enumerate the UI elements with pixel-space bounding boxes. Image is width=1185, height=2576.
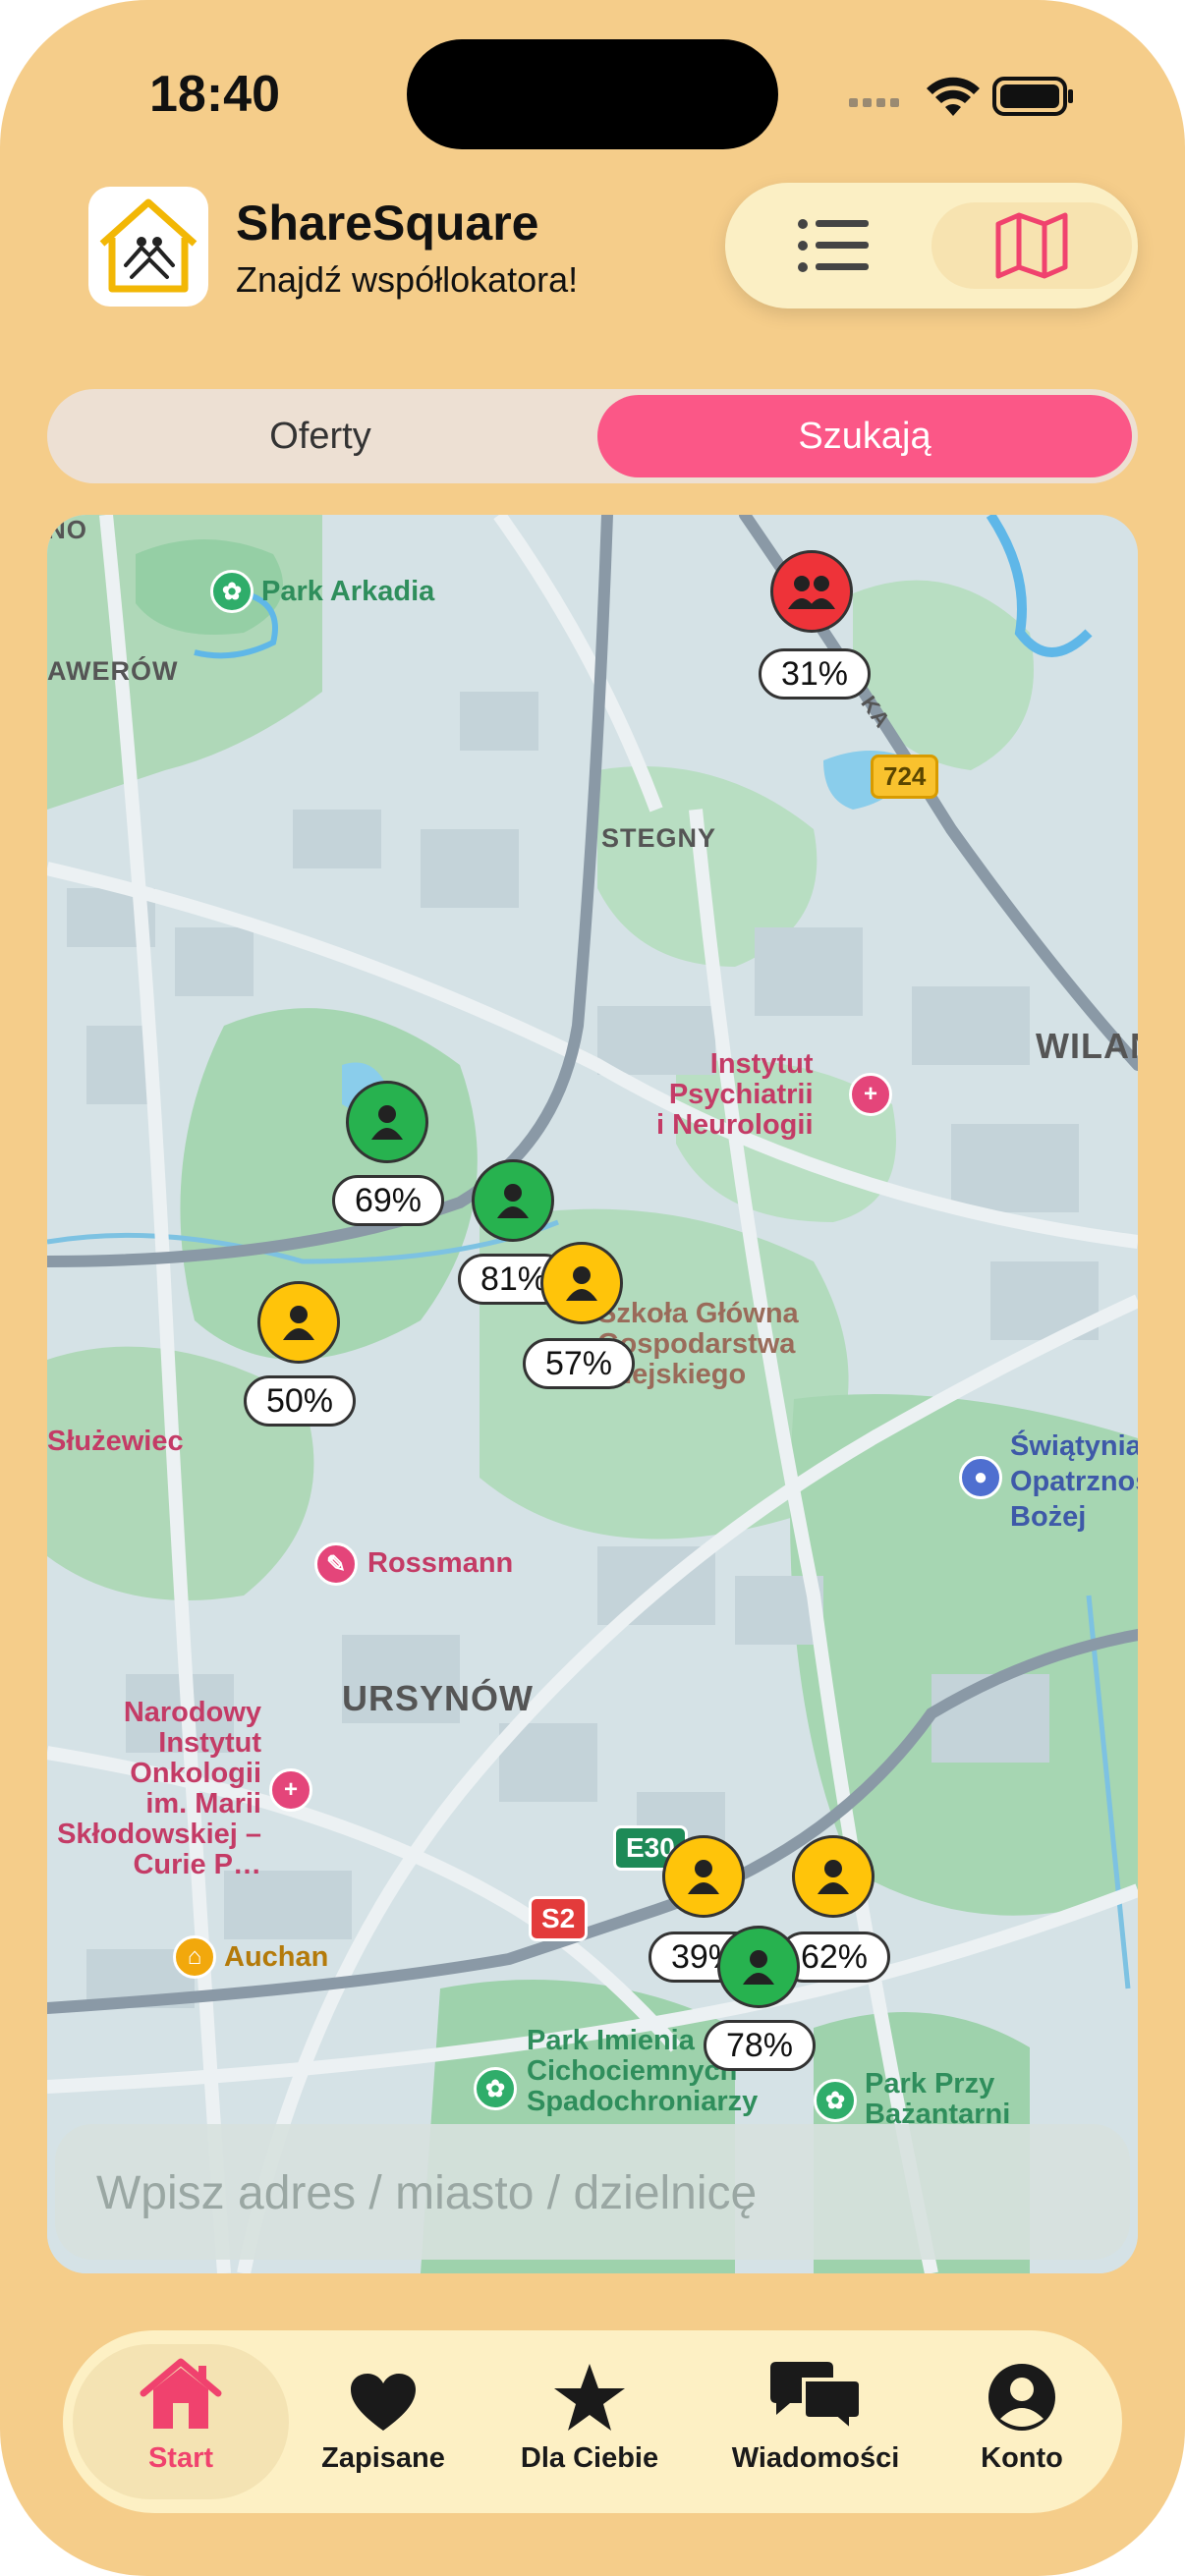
tab-wiadomosci[interactable]: Wiadomości — [698, 2344, 933, 2499]
park-icon: ✿ — [814, 2079, 857, 2122]
tab-label: Zapisane — [321, 2442, 445, 2474]
person-circle-icon — [988, 2364, 1055, 2431]
person-marker[interactable] — [540, 1242, 623, 1324]
map-view-button[interactable] — [931, 202, 1132, 289]
park-icon: ✿ — [474, 2067, 517, 2110]
map-label-ursynow: URSYNÓW — [342, 1678, 534, 1718]
tab-zapisane[interactable]: Zapisane — [285, 2344, 481, 2499]
person-marker[interactable] — [346, 1081, 428, 1163]
tab-oferty[interactable]: Oferty — [53, 395, 588, 477]
app-title: ShareSquare — [236, 196, 539, 251]
heart-icon — [351, 2374, 416, 2431]
person-icon — [497, 1184, 529, 1218]
match-percentage-badge[interactable]: 78% — [704, 2020, 816, 2071]
list-icon — [798, 219, 869, 272]
person-marker[interactable] — [662, 1835, 745, 1918]
person-icon — [566, 1266, 597, 1301]
pharmacy-icon: ✎ — [314, 1542, 358, 1586]
tab-start[interactable]: Start — [73, 2344, 289, 2499]
person-marker[interactable] — [717, 1926, 800, 2008]
map-label-auchan: Auchan — [224, 1941, 329, 1973]
tab-konto[interactable]: Konto — [933, 2344, 1110, 2499]
map-icon — [995, 212, 1068, 279]
map-label-wilanow: WILAN — [1036, 1026, 1138, 1066]
person-icon — [688, 1860, 719, 1894]
hospital-icon: + — [849, 1073, 892, 1116]
person-icon — [283, 1306, 314, 1340]
tab-label: Wiadomości — [731, 2442, 900, 2474]
park-icon: ✿ — [210, 570, 254, 613]
search-bar — [55, 2124, 1130, 2262]
map-label-stegny: STEGNY — [601, 823, 717, 853]
road-badge-s2: S2 — [529, 1896, 589, 1941]
map-label: NO — [47, 515, 87, 544]
chat-bubbles-icon — [770, 2362, 863, 2433]
wifi-icon — [927, 77, 980, 116]
person-icon — [743, 1950, 774, 1985]
tab-label: Start — [147, 2442, 214, 2474]
map-label-park-arkadia: Park Arkadia — [261, 576, 435, 607]
status-icons — [847, 69, 1083, 124]
view-mode-toggle — [725, 183, 1138, 308]
map-label-sluzewiec: Służewiec — [47, 1426, 184, 1457]
tab-dla-ciebie[interactable]: Dla Ciebie — [481, 2344, 698, 2499]
map-view[interactable]: NO ✿ Park Arkadia AWERÓW STEGNY KA WILAN… — [47, 515, 1138, 2273]
group-marker[interactable] — [770, 550, 853, 633]
person-icon — [818, 1860, 849, 1894]
match-percentage-badge[interactable]: 57% — [523, 1338, 635, 1389]
person-marker[interactable] — [257, 1281, 340, 1364]
star-icon — [554, 2364, 625, 2431]
map-label-rossmann: Rossmann — [367, 1547, 514, 1579]
dynamic-island — [407, 39, 778, 149]
search-input[interactable] — [94, 2124, 1081, 2262]
app-subtitle: Znajdź współlokatora! — [236, 259, 579, 300]
hospital-icon: + — [269, 1768, 312, 1812]
match-percentage-badge[interactable]: 50% — [244, 1375, 356, 1427]
map-label-awerow: AWERÓW — [47, 656, 179, 686]
app-logo — [88, 187, 208, 307]
person-marker[interactable] — [472, 1159, 554, 1242]
shopping-cart-icon: ⌂ — [173, 1935, 216, 1979]
match-percentage-badge[interactable]: 31% — [759, 648, 871, 700]
person-marker[interactable] — [792, 1835, 875, 1918]
map-background — [47, 515, 1138, 2273]
signal-icon — [849, 98, 899, 107]
tab-szukaja[interactable]: Szukają — [597, 395, 1132, 477]
house-icon — [140, 2358, 222, 2429]
status-time: 18:40 — [149, 66, 280, 123]
map-label-instytut: Instytut Psychiatrii i Neurologii — [656, 1048, 814, 1141]
tab-bar: Start Zapisane Dla Ciebie Wiadomości Kon… — [63, 2330, 1122, 2513]
place-of-worship-icon: ● — [959, 1456, 1002, 1499]
road-badge-724: 724 — [871, 755, 939, 799]
people-icon — [788, 576, 835, 609]
map-label-onkologia: Narodowy Instytut Onkologii im. Marii Sk… — [57, 1697, 261, 1880]
tab-label: Dla Ciebie — [520, 2442, 659, 2474]
map-label-park-bazantarni: Park Przy Bażantarni — [865, 2068, 1011, 2130]
phone-screen: 18:40 ShareSquare Znajdź współlokatora! … — [0, 0, 1185, 2576]
list-view-button[interactable] — [745, 202, 922, 289]
offer-type-segmented-control: Oferty Szukają — [47, 389, 1138, 483]
battery-icon — [992, 77, 1073, 116]
person-icon — [371, 1105, 403, 1140]
tab-label: Konto — [981, 2442, 1063, 2474]
match-percentage-badge[interactable]: 69% — [332, 1175, 444, 1226]
map-label-swiatynia: Świątynia Opatrzności Bożej — [1010, 1430, 1138, 1533]
